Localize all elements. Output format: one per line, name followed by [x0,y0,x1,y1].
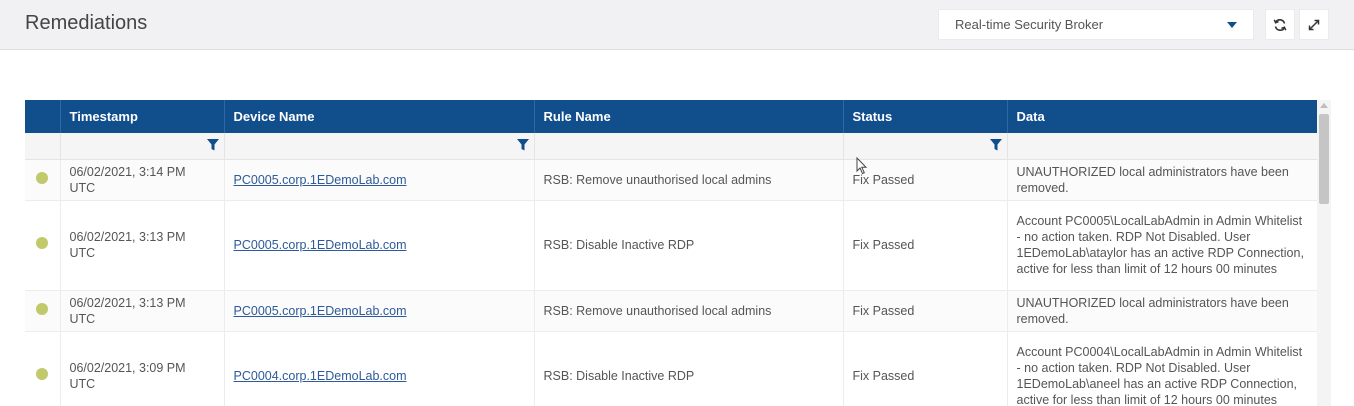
device-link[interactable]: PC0004.corp.1EDemoLab.com [234,369,407,383]
timestamp-cell: 06/02/2021, 3:13 PM UTC [60,200,225,291]
status-indicator-dot [36,171,49,184]
device-link[interactable]: PC0005.corp.1EDemoLab.com [234,238,407,252]
table-row[interactable]: 06/02/2021, 3:14 PM UTC PC0005.corp.1EDe… [25,159,1318,201]
broker-select[interactable]: Real-time Security Broker [938,9,1254,40]
expand-icon [1308,19,1320,30]
column-header-status[interactable]: Status [843,100,1008,133]
data-cell: UNAUTHORIZED local administrators have b… [1007,159,1318,201]
timestamp-cell: 06/02/2021, 3:13 PM UTC [60,290,225,332]
column-header-indicator [25,100,61,133]
timestamp-filter-icon[interactable] [206,138,220,152]
device-link[interactable]: PC0005.corp.1EDemoLab.com [234,173,407,187]
page-header: Remediations Real-time Security Broker [0,0,1354,50]
page-title: Remediations [25,12,148,34]
rule-name-cell: RSB: Remove unauthorised local admins [534,159,844,201]
scrollbar-thumb[interactable] [1319,114,1329,204]
status-indicator-dot [36,237,49,249]
status-indicator-dot [36,302,49,315]
column-header-rule-name[interactable]: Rule Name [534,100,844,133]
table-row[interactable]: 06/02/2021, 3:13 PM UTC PC0005.corp.1EDe… [25,290,1318,332]
refresh-button[interactable] [1265,9,1295,40]
status-cell: Fix Passed [843,290,1008,332]
remediations-grid: Timestamp Device Name Rule Name Status D… [25,100,1331,406]
status-cell: Fix Passed [843,331,1008,406]
column-header-data[interactable]: Data [1007,100,1317,133]
filter-row [25,133,1318,160]
rule-name-cell: RSB: Disable Inactive RDP [534,331,844,406]
broker-select-value: Real-time Security Broker [955,17,1104,32]
rule-name-cell: RSB: Disable Inactive RDP [534,200,844,291]
device-name-filter-icon[interactable] [516,138,530,152]
timestamp-cell: 06/02/2021, 3:14 PM UTC [60,159,225,201]
header-row: Timestamp Device Name Rule Name Status D… [25,100,1317,133]
data-cell: UNAUTHORIZED local administrators have b… [1007,290,1318,332]
expand-button[interactable] [1299,9,1329,40]
column-header-device-name[interactable]: Device Name [224,100,535,133]
device-link[interactable]: PC0005.corp.1EDemoLab.com [234,304,407,318]
status-indicator-dot [36,368,49,380]
column-header-timestamp[interactable]: Timestamp [60,100,225,133]
refresh-icon [1273,18,1287,31]
data-cell: Account PC0005\LocalLabAdmin in Admin Wh… [1007,200,1318,291]
rule-name-cell: RSB: Remove unauthorised local admins [534,290,844,332]
timestamp-cell: 06/02/2021, 3:09 PM UTC [60,331,225,406]
vertical-scrollbar[interactable] [1317,100,1331,406]
chevron-down-icon [1227,22,1237,28]
mouse-cursor-icon [856,157,868,175]
table-row[interactable]: 06/02/2021, 3:13 PM UTC PC0005.corp.1EDe… [25,200,1318,291]
data-cell: Account PC0004\LocalLabAdmin in Admin Wh… [1007,331,1318,406]
remediations-table: Timestamp Device Name Rule Name Status D… [25,100,1318,406]
table-row[interactable]: 06/02/2021, 3:09 PM UTC PC0004.corp.1EDe… [25,331,1318,406]
status-filter-icon[interactable] [989,138,1003,152]
status-cell: Fix Passed [843,200,1008,291]
scroll-up-icon[interactable] [1320,103,1328,108]
